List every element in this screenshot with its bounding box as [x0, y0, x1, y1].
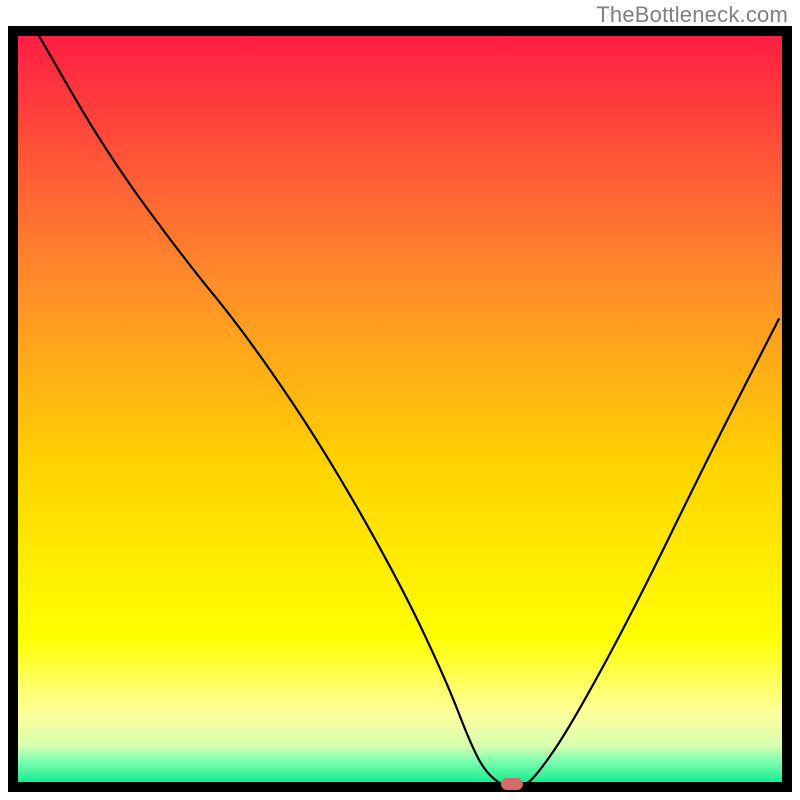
chart-svg [8, 26, 792, 792]
plot-background [13, 31, 787, 787]
optimal-marker [501, 778, 523, 790]
chart-frame [8, 26, 792, 792]
watermark-text: TheBottleneck.com [596, 2, 788, 28]
